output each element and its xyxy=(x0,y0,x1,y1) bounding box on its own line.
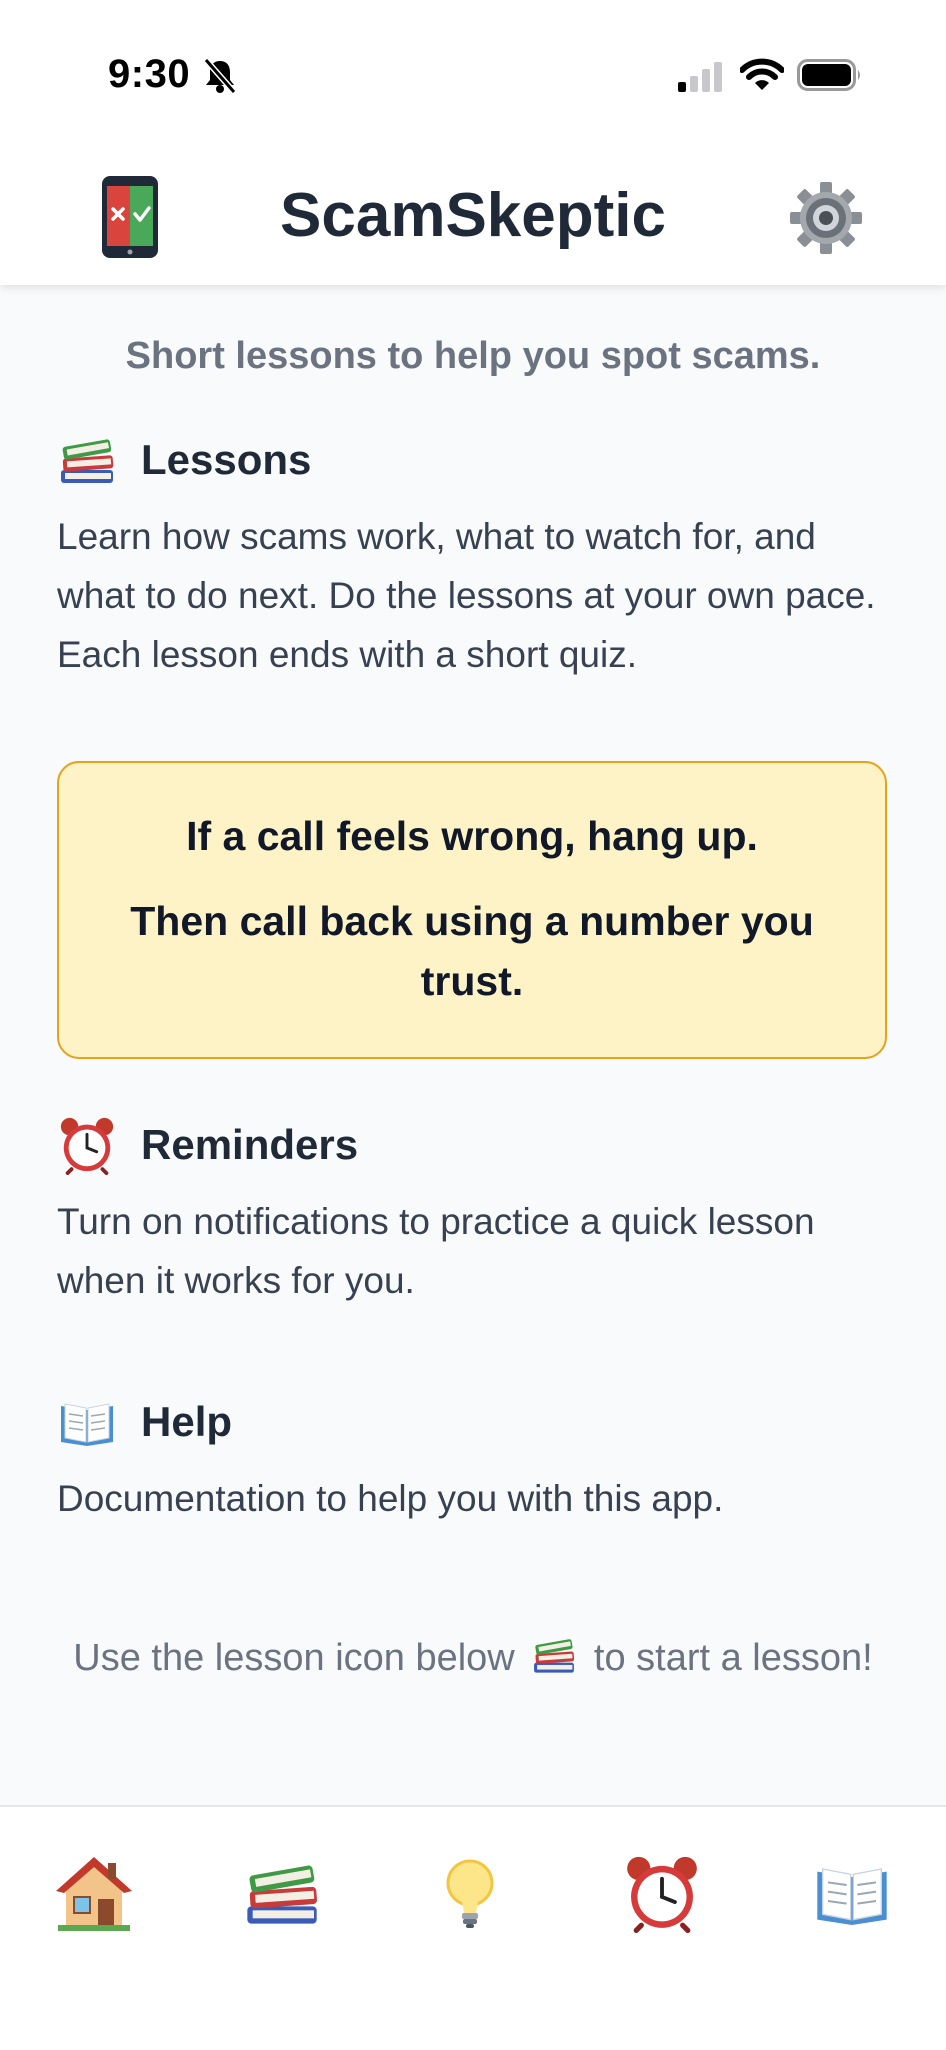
alarm-clock-icon xyxy=(58,1115,116,1175)
app-header: ScamSkeptic xyxy=(0,150,946,285)
lessons-heading: Lessons xyxy=(57,430,311,490)
alarm-clock-icon[interactable] xyxy=(622,1853,702,1933)
books-icon xyxy=(61,438,114,483)
bell-slash-icon xyxy=(203,58,237,94)
open-book-icon[interactable] xyxy=(812,1853,892,1933)
wifi-icon xyxy=(740,58,784,90)
footer-hint: Use the lesson icon below to start a les… xyxy=(0,1630,946,1687)
tip-callout: If a call feels wrong, hang up. Then cal… xyxy=(57,761,887,1059)
tip-line-2: Then call back using a number you trust. xyxy=(130,898,814,1004)
status-time: 9:30 xyxy=(108,52,191,96)
help-heading: Help xyxy=(57,1392,232,1452)
books-icon xyxy=(534,1638,575,1673)
battery-icon xyxy=(797,59,860,91)
reminders-title: Reminders xyxy=(141,1121,359,1168)
open-book-icon xyxy=(60,1403,114,1447)
main-content: Short lessons to help you spot scams. Le… xyxy=(0,285,946,1805)
gear-icon[interactable] xyxy=(788,180,864,256)
page-subtitle: Short lessons to help you spot scams. xyxy=(125,335,821,377)
top-bar: 9:30 ScamSkeptic xyxy=(0,0,946,285)
light-bulb-icon[interactable] xyxy=(430,1853,510,1933)
help-title: Help xyxy=(141,1398,233,1445)
status-bar: 9:30 xyxy=(0,0,946,150)
lessons-title: Lessons xyxy=(141,436,312,483)
tip-line-1: If a call feels wrong, hang up. xyxy=(186,813,758,859)
tab-bar xyxy=(0,1805,946,2050)
books-icon[interactable] xyxy=(242,1853,322,1933)
reminders-description: Turn on notifications to practice a quic… xyxy=(57,1201,815,1301)
lessons-description: Learn how scams work, what to watch for,… xyxy=(57,516,876,675)
reminders-heading: Reminders xyxy=(57,1115,358,1175)
house-icon[interactable] xyxy=(54,1853,134,1933)
footer-hint-before: Use the lesson icon below xyxy=(73,1637,515,1679)
help-description: Documentation to help you with this app. xyxy=(57,1478,724,1519)
cellular-signal-icon xyxy=(678,62,722,92)
footer-hint-after: to start a lesson! xyxy=(593,1637,873,1679)
